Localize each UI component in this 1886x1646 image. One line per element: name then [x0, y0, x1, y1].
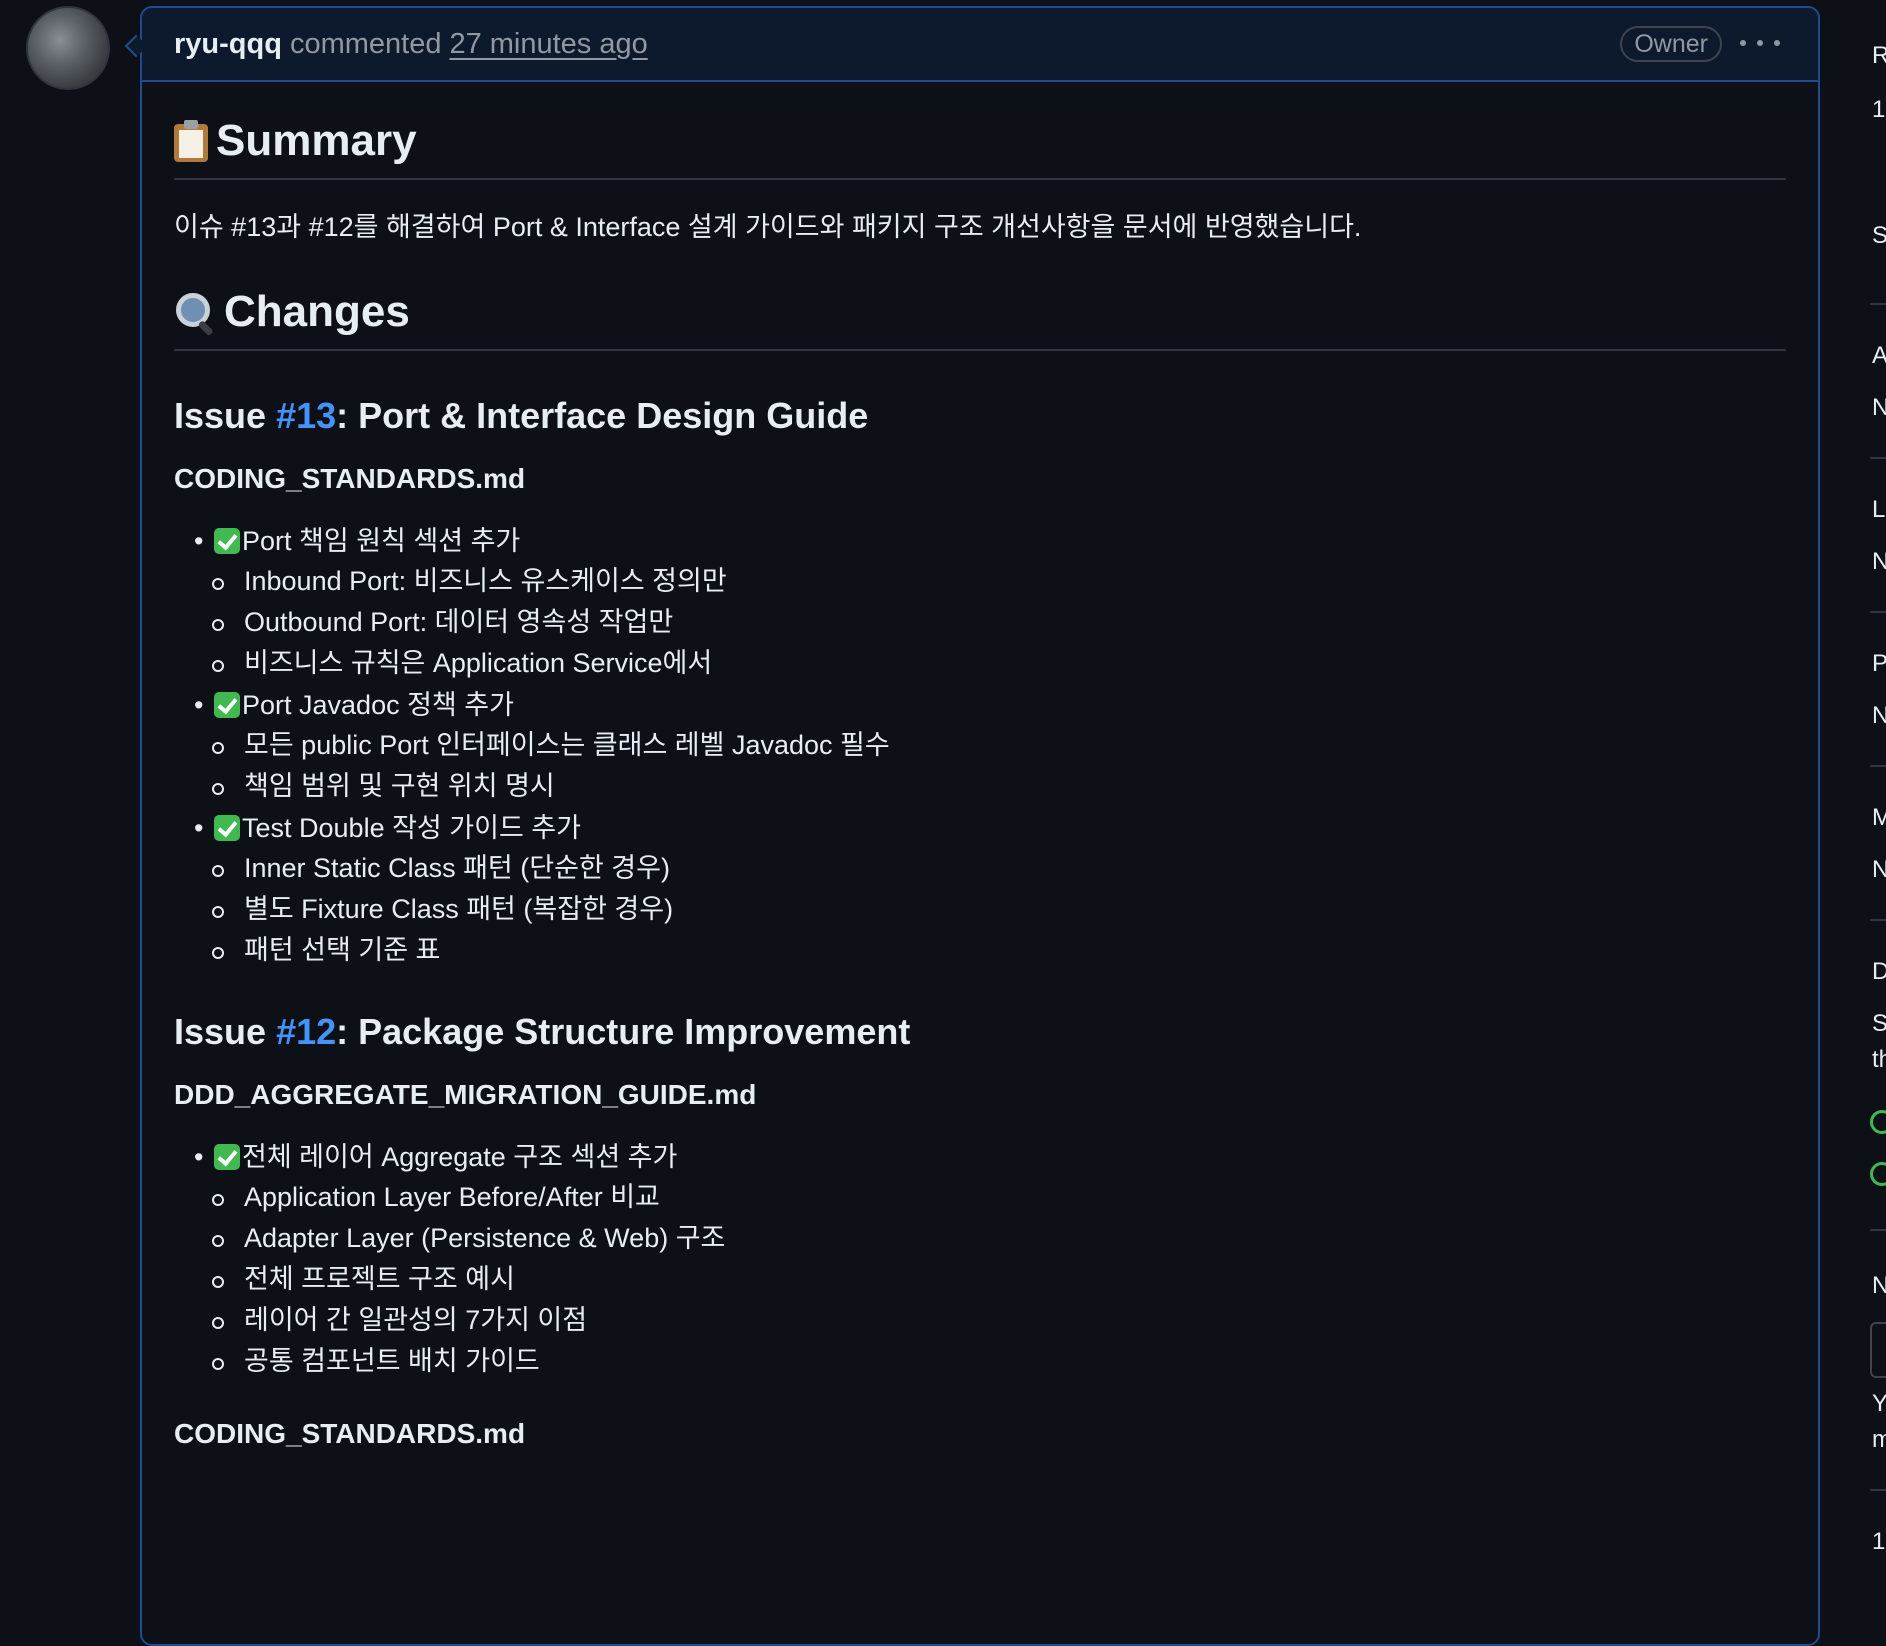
issue-12-link[interactable]: #12 — [276, 1011, 336, 1052]
sidebar-text: 1 — [1872, 1528, 1886, 1555]
sub-list-item: 패턴 선택 기준 표 — [212, 930, 1786, 971]
sidebar-text[interactable]: P — [1872, 650, 1886, 678]
sidebar-divider — [1870, 1489, 1886, 1491]
sidebar-text: m — [1872, 1426, 1886, 1453]
changes-heading-text: Changes — [224, 287, 410, 337]
sidebar-text[interactable]: A — [1872, 342, 1886, 370]
check-mark-icon — [214, 528, 240, 555]
comment-body: Summary 이슈 #13과 #12를 해결하여 Port & Interfa… — [142, 82, 1818, 1450]
sidebar-divider — [1870, 457, 1886, 459]
sub-list-item: 모든 public Port 인터페이스는 클래스 레벨 Javadoc 필수 — [212, 725, 1786, 766]
issue-13-prefix: Issue — [174, 395, 277, 437]
issue-12-title: : Package Structure Improvement — [336, 1011, 911, 1053]
sub-list-item: 레이어 간 일관성의 7가지 이점 — [212, 1300, 1786, 1341]
kebab-icon[interactable] — [1740, 26, 1780, 60]
list-item: Port Javadoc 정책 추가 모든 public Port 인터페이스는… — [194, 685, 1786, 807]
list-item: 전체 레이어 Aggregate 구조 섹션 추가 Application La… — [194, 1137, 1786, 1382]
sidebar-divider — [1870, 765, 1886, 767]
sidebar-text: N — [1872, 702, 1886, 729]
sidebar-text: 1 — [1872, 96, 1886, 123]
sub-list-item: 비즈니스 규칙은 Application Service에서 — [212, 643, 1786, 684]
sub-list-item: 공통 컴포넌트 배치 가이드 — [212, 1341, 1786, 1382]
sidebar-text[interactable]: D — [1872, 958, 1886, 986]
author-link[interactable]: ryu-qqq — [174, 28, 282, 61]
list-item-label: Port 책임 원칙 섹션 추가 — [242, 526, 521, 557]
summary-heading: Summary — [174, 82, 1786, 180]
issue-12-heading: Issue #12: Package Structure Improvement — [174, 1011, 1786, 1053]
check-mark-icon — [214, 692, 240, 719]
issue-12-list: 전체 레이어 Aggregate 구조 섹션 추가 Application La… — [174, 1137, 1786, 1382]
issue-13-title: : Port & Interface Design Guide — [336, 395, 869, 437]
avatar[interactable] — [26, 6, 110, 90]
sub-list-item: Inbound Port: 비즈니스 유스케이스 정의만 — [212, 561, 1786, 602]
next-file-heading: CODING_STANDARDS.md — [174, 1418, 526, 1450]
right-sidebar: R 1 S A N L N P N M N D S th N Y m 1 — [1870, 0, 1886, 1604]
issue-13-file: CODING_STANDARDS.md — [174, 463, 526, 495]
sub-list-item: 전체 프로젝트 구조 예시 — [212, 1259, 1786, 1300]
sidebar-text[interactable]: M — [1872, 804, 1886, 832]
sidebar-text: N — [1872, 394, 1886, 421]
summary-text: 이슈 #13과 #12를 해결하여 Port & Interface 설계 가이… — [174, 212, 1362, 242]
comment-header: ryu-qqq commented 27 minutes ago Owner — [142, 8, 1818, 82]
sidebar-text: S — [1872, 222, 1886, 249]
sub-list-item: Adapter Layer (Persistence & Web) 구조 — [212, 1218, 1786, 1259]
issue-13-link[interactable]: #13 — [276, 395, 336, 436]
sidebar-divider — [1870, 919, 1886, 921]
issue-13-heading: Issue #13: Port & Interface Design Guide — [174, 395, 1786, 437]
sidebar-divider — [1870, 1229, 1886, 1231]
list-item: Port 책임 원칙 섹션 추가 Inbound Port: 비즈니스 유스케이… — [194, 521, 1786, 684]
success-check-icon — [1870, 1162, 1886, 1186]
sub-list-item: 별도 Fixture Class 패턴 (복잡한 경우) — [212, 889, 1786, 930]
sidebar-button[interactable] — [1870, 1322, 1886, 1378]
issue-12-prefix: Issue — [174, 1011, 277, 1053]
sidebar-text: N — [1872, 856, 1886, 883]
issue-12-file: DDD_AGGREGATE_MIGRATION_GUIDE.md — [174, 1079, 757, 1111]
clipboard-icon — [174, 120, 208, 162]
list-item-label: 전체 레이어 Aggregate 구조 섹션 추가 — [242, 1142, 678, 1173]
sidebar-text[interactable]: R — [1872, 42, 1886, 70]
check-mark-icon — [214, 1144, 240, 1171]
comment-box: ryu-qqq commented 27 minutes ago Owner S… — [140, 6, 1820, 1646]
summary-heading-text: Summary — [216, 116, 417, 165]
timestamp-link[interactable]: 27 minutes ago — [449, 28, 647, 61]
list-item: Test Double 작성 가이드 추가 Inner Static Class… — [194, 808, 1786, 971]
issue-13-list: Port 책임 원칙 섹션 추가 Inbound Port: 비즈니스 유스케이… — [174, 521, 1786, 971]
sidebar-divider — [1870, 611, 1886, 613]
sidebar-text: th — [1872, 1046, 1886, 1073]
sidebar-text: Y — [1872, 1390, 1886, 1417]
list-item-label: Port Javadoc 정책 추가 — [242, 690, 514, 721]
owner-badge: Owner — [1620, 26, 1722, 62]
magnifier-icon — [174, 291, 216, 337]
comment-verb: commented — [289, 27, 442, 60]
list-item-label: Test Double 작성 가이드 추가 — [242, 813, 581, 844]
sidebar-text[interactable]: L — [1872, 496, 1885, 524]
sub-list-item: Inner Static Class 패턴 (단순한 경우) — [212, 848, 1786, 889]
success-check-icon — [1870, 1110, 1886, 1134]
sidebar-text: S — [1872, 1010, 1886, 1037]
sidebar-text[interactable]: N — [1872, 1272, 1886, 1300]
sub-list-item: Outbound Port: 데이터 영속성 작업만 — [212, 602, 1786, 643]
changes-heading: Changes — [174, 245, 1786, 352]
check-mark-icon — [214, 815, 240, 842]
sidebar-text: N — [1872, 548, 1886, 575]
sub-list-item: 책임 범위 및 구현 위치 명시 — [212, 766, 1786, 807]
sub-list-item: Application Layer Before/After 비교 — [212, 1177, 1786, 1218]
sidebar-divider — [1870, 303, 1886, 305]
